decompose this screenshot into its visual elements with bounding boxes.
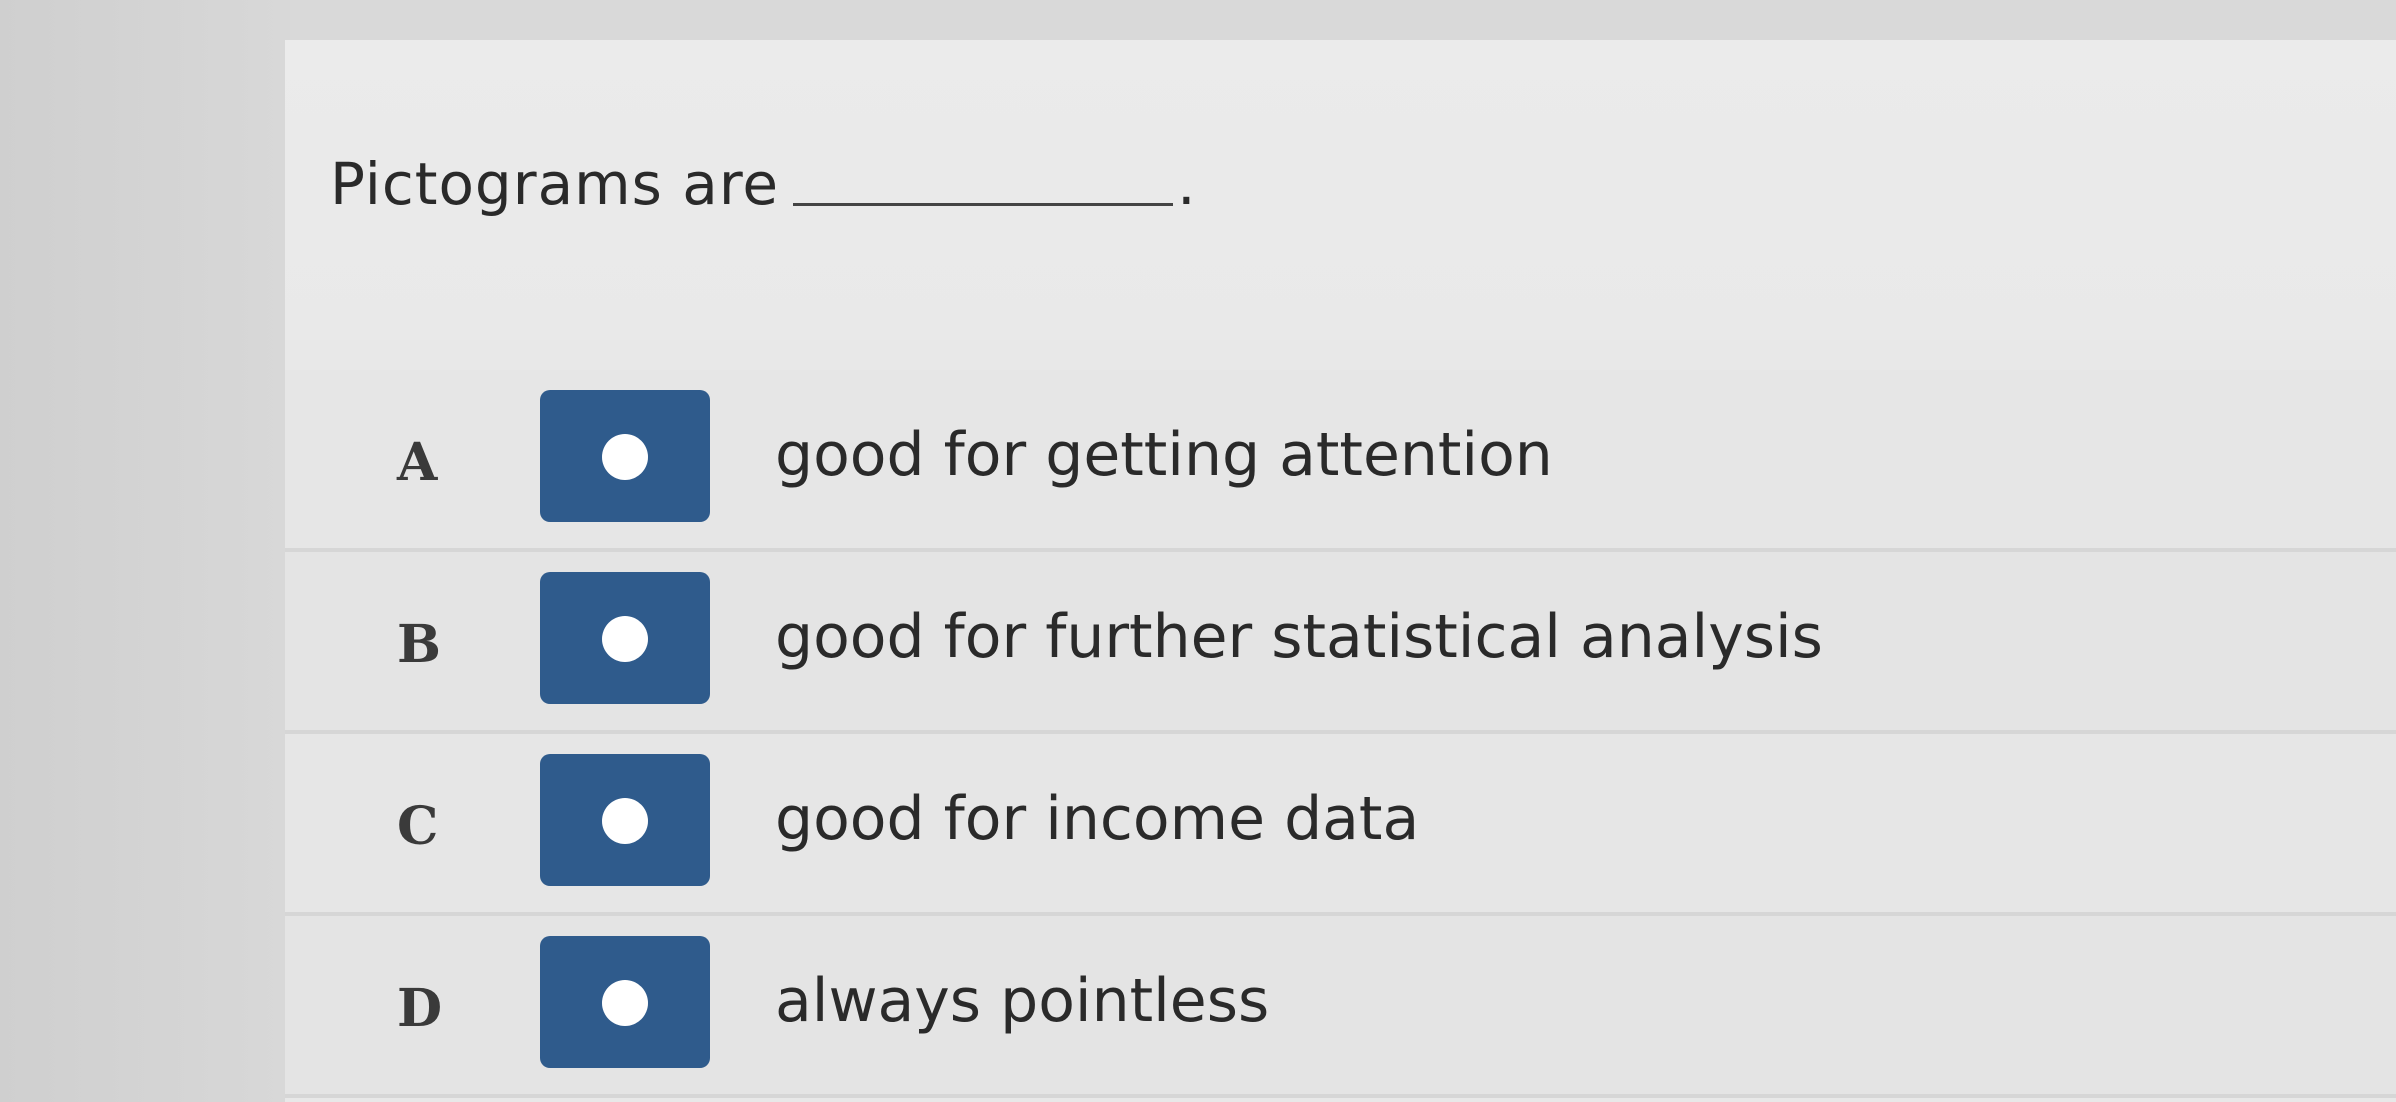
answer-blank <box>793 203 1174 206</box>
radio-dot-icon <box>602 434 648 480</box>
option-letter: D <box>397 978 443 1039</box>
option-text[interactable]: always pointless <box>775 966 1269 1036</box>
radio-button-d[interactable] <box>540 936 710 1068</box>
question-prompt: Pictograms are. <box>330 150 1197 218</box>
option-row-b[interactable]: B good for further statistical analysis <box>285 552 2396 734</box>
option-letter: A <box>397 432 438 493</box>
option-letter: C <box>397 796 439 857</box>
option-text[interactable]: good for getting attention <box>775 420 1553 490</box>
background-left <box>0 0 290 1102</box>
answer-options: A good for getting attention B good for … <box>285 370 2396 1098</box>
option-text[interactable]: good for income data <box>775 784 1419 854</box>
radio-button-a[interactable] <box>540 390 710 522</box>
radio-dot-icon <box>602 798 648 844</box>
radio-dot-icon <box>602 616 648 662</box>
option-row-c[interactable]: C good for income data <box>285 734 2396 916</box>
option-row-a[interactable]: A good for getting attention <box>285 370 2396 552</box>
option-text[interactable]: good for further statistical analysis <box>775 602 1823 672</box>
question-text: Pictograms are <box>330 150 780 218</box>
radio-dot-icon <box>602 980 648 1026</box>
question-period: . <box>1177 150 1197 218</box>
option-letter: B <box>397 614 441 675</box>
radio-button-b[interactable] <box>540 572 710 704</box>
radio-button-c[interactable] <box>540 754 710 886</box>
option-row-d[interactable]: D always pointless <box>285 916 2396 1098</box>
